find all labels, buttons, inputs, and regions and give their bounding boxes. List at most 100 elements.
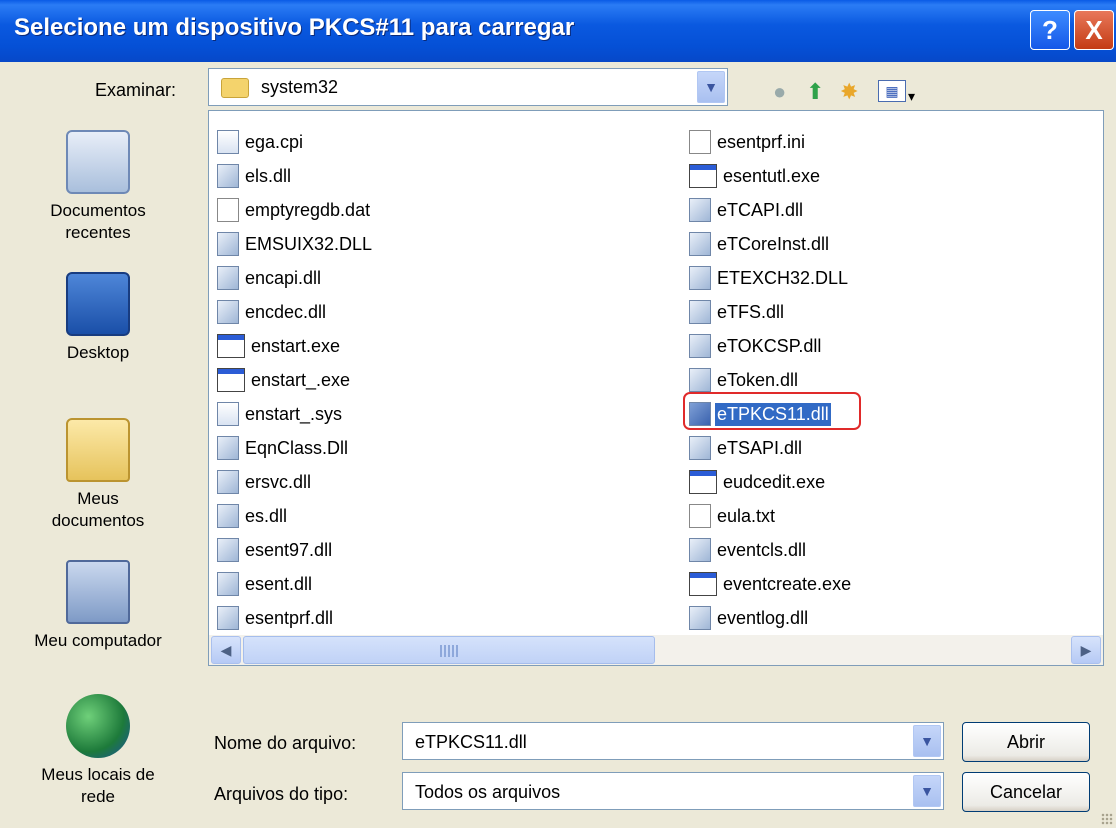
scroll-left-icon[interactable]: ◀ [211,636,241,664]
dll-file-icon [689,300,711,324]
exe-file-icon [217,368,245,392]
file-item[interactable]: esentutl.exe [689,159,853,193]
file-item[interactable]: eTFS.dll [689,295,853,329]
file-item[interactable]: esentprf.ini [689,125,853,159]
dll-file-icon [689,266,711,290]
file-icon [689,130,711,154]
file-item[interactable]: ersvc.dll [217,465,374,499]
file-column: esentprf.ini esentutl.exe eTCAPI.dll eTCore… [683,125,861,665]
file-item[interactable]: esent.dll [217,567,374,601]
file-item[interactable]: ega.cpi [217,125,374,159]
place-network[interactable]: Meus locais de rede [4,694,192,808]
file-icon [217,198,239,222]
file-item[interactable]: ETEXCH32.DLL [689,261,853,295]
dll-file-icon [689,334,711,358]
file-name: eTOKCSP.dll [717,335,822,356]
exe-file-icon [689,164,717,188]
places-bar: Documentos recentes Desktop Meus documen… [4,112,192,828]
file-item[interactable]: eula.txt [689,499,853,533]
file-item[interactable]: eTSAPI.dll [689,431,853,465]
file-item[interactable]: esent97.dll [217,533,374,567]
file-name: encdec.dll [245,301,327,322]
open-button[interactable]: Abrir [962,722,1090,762]
dll-file-icon [217,538,239,562]
view-menu-icon[interactable]: ▦ [878,80,906,102]
close-button[interactable]: X [1074,10,1114,50]
resize-grip-icon[interactable] [1101,813,1113,825]
file-item[interactable]: emptyregdb.dat [217,193,374,227]
desktop-icon [66,272,130,336]
file-name: esentprf.dll [245,607,334,628]
exe-file-icon [689,470,717,494]
dll-file-icon [217,470,239,494]
file-item[interactable]: enstart.exe [217,329,374,363]
chevron-down-icon[interactable]: ▼ [913,725,941,757]
place-label: Meu computador [34,631,162,650]
file-name: EqnClass.Dll [245,437,349,458]
file-item[interactable]: eventcreate.exe [689,567,853,601]
file-item[interactable]: eventlog.dll [689,601,853,635]
view-dropdown-icon[interactable]: ▾ [908,84,915,108]
help-button[interactable]: ? [1030,10,1070,50]
dll-file-icon [689,436,711,460]
file-name: eTPKCS11.dll [715,402,831,426]
filetype-label: Arquivos do tipo: [214,784,349,804]
file-name: ega.cpi [245,131,304,152]
look-in-dropdown[interactable]: system32 ▼ [208,68,728,106]
dll-file-icon [689,368,711,392]
dll-file-icon [217,232,239,256]
place-recent-documents[interactable]: Documentos recentes [4,130,192,244]
file-item[interactable]: encdec.dll [217,295,374,329]
file-item[interactable]: encapi.dll [217,261,374,295]
file-item-selected[interactable]: eTPKCS11.dll [683,392,861,431]
file-name: eula.txt [717,505,776,526]
filetype-select[interactable]: Todos os arquivos ▼ [402,772,944,810]
file-item[interactable]: enstart_.exe [217,363,374,397]
filename-input[interactable]: eTPKCS11.dll ▼ [402,722,944,760]
filetype-value: Todos os arquivos [415,782,561,802]
dll-file-icon [689,402,711,426]
back-icon[interactable]: ● [773,80,786,104]
place-my-computer[interactable]: Meu computador [4,560,192,652]
file-item[interactable]: enstart_.sys [217,397,374,431]
dll-file-icon [217,164,239,188]
file-item[interactable]: els.dll [217,159,374,193]
dll-file-icon [217,436,239,460]
file-name: eventlog.dll [717,607,809,628]
file-item[interactable]: EMSUIX32.DLL [217,227,374,261]
filename-label: Nome do arquivo: [214,733,357,753]
scroll-right-icon[interactable]: ▶ [1071,636,1101,664]
file-name: enstart.exe [251,335,341,356]
cancel-button[interactable]: Cancelar [962,772,1090,812]
file-name: enstart_.exe [251,369,351,390]
place-my-documents[interactable]: Meus documentos [4,418,192,532]
file-item[interactable]: eTCoreInst.dll [689,227,853,261]
file-item[interactable]: es.dll [217,499,374,533]
file-item[interactable]: eudcedit.exe [689,465,853,499]
file-item[interactable]: eTCAPI.dll [689,193,853,227]
file-item[interactable]: EqnClass.Dll [217,431,374,465]
place-desktop[interactable]: Desktop [4,272,192,364]
file-name: emptyregdb.dat [245,199,371,220]
up-folder-icon[interactable]: ⬆ [806,80,824,104]
scrollbar-thumb[interactable] [243,636,655,664]
place-label: Documentos recentes [50,201,146,242]
new-folder-icon[interactable]: ✸ [840,80,858,104]
dll-file-icon [217,572,239,596]
file-name: eTFS.dll [717,301,785,322]
file-item[interactable]: esentprf.dll [217,601,374,635]
file-open-dialog: Selecione um dispositivo PKCS#11 para ca… [0,0,1116,828]
file-icon [217,130,239,154]
file-item[interactable]: eventcls.dll [689,533,853,567]
chevron-down-icon[interactable]: ▼ [697,71,725,103]
chevron-down-icon[interactable]: ▼ [913,775,941,807]
dialog-title: Selecione um dispositivo PKCS#11 para ca… [14,14,575,41]
recent-documents-icon [66,130,130,194]
dll-file-icon [217,300,239,324]
horizontal-scrollbar[interactable]: ◀ ▶ [209,635,1103,665]
file-item[interactable]: eToken.dll [689,363,853,397]
file-item[interactable]: eTOKCSP.dll [689,329,853,363]
file-name: eToken.dll [717,369,799,390]
file-list[interactable]: ega.cpi els.dll emptyregdb.dat EMSUIX32.DLL… [208,110,1104,666]
place-label: Desktop [66,343,130,362]
